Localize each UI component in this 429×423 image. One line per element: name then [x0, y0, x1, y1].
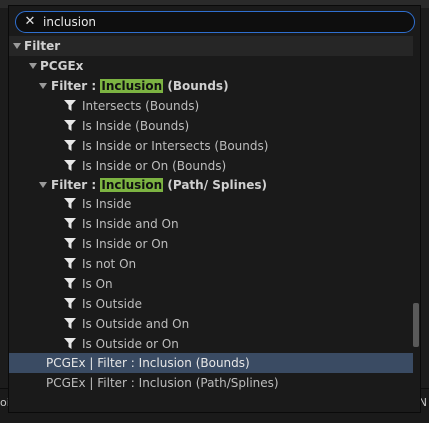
filter-icon: [64, 100, 76, 111]
action-item[interactable]: Is Outside: [9, 294, 413, 314]
scrollbar-thumb[interactable]: [413, 303, 419, 347]
action-label: Is Outside and On: [82, 317, 190, 331]
action-item[interactable]: Is Inside or On (Bounds): [9, 156, 413, 176]
result-label: PCGEx | Filter : Inclusion (Bounds): [46, 356, 250, 370]
chevron-down-icon: [29, 63, 37, 69]
chevron-down-icon: [39, 83, 47, 89]
filter-icon: [64, 160, 76, 171]
filter-icon: [64, 298, 76, 309]
search-match-highlight: Inclusion: [100, 178, 164, 192]
result-label: PCGEx | Filter : Inclusion (Path/Splines…: [46, 376, 279, 390]
section-inclusion-bounds[interactable]: Filter : Inclusion (Bounds): [9, 76, 413, 96]
search-match-highlight: Inclusion: [100, 79, 164, 93]
section-label: Filter : Inclusion (Path/ Splines): [51, 175, 267, 195]
section-label: Filter : Inclusion (Bounds): [51, 76, 229, 96]
chevron-down-icon: [13, 43, 21, 49]
filter-icon: [64, 140, 76, 151]
action-label: Is Inside: [82, 197, 132, 211]
action-item[interactable]: Is Inside or Intersects (Bounds): [9, 136, 413, 156]
scrollbar-track[interactable]: [413, 36, 419, 411]
action-item[interactable]: Is Inside and On: [9, 214, 413, 234]
section-suffix: (Bounds): [163, 79, 229, 93]
action-item[interactable]: Intersects (Bounds): [9, 96, 413, 116]
chevron-down-icon: [39, 182, 47, 188]
action-label: Is Outside or On: [82, 337, 179, 351]
filter-icon: [64, 258, 76, 269]
filter-icon: [64, 238, 76, 249]
category-filter[interactable]: Filter: [9, 36, 413, 56]
action-label: Is not On: [82, 257, 137, 271]
filter-icon: [64, 218, 76, 229]
filter-icon: [64, 120, 76, 131]
node-search-popup: ✕ Filter PCGEx Filter : Inclusion (Bound…: [8, 5, 421, 413]
action-item[interactable]: Is Inside (Bounds): [9, 116, 413, 136]
action-item[interactable]: Is not On: [9, 254, 413, 274]
group-label: PCGEx: [40, 59, 84, 73]
group-pcgex[interactable]: PCGEx: [9, 56, 413, 76]
action-item[interactable]: Is Outside and On: [9, 314, 413, 334]
action-item[interactable]: Is Inside or On: [9, 234, 413, 254]
filter-icon: [64, 338, 76, 349]
category-label: Filter: [24, 39, 61, 53]
action-label: Is Inside or On (Bounds): [82, 159, 227, 173]
action-label: Intersects (Bounds): [82, 99, 200, 113]
result-item-selected[interactable]: PCGEx | Filter : Inclusion (Bounds): [9, 353, 413, 373]
action-label: Is Inside (Bounds): [82, 119, 190, 133]
section-prefix: Filter :: [51, 79, 101, 93]
filter-icon: [64, 198, 76, 209]
action-label: Is Inside or On: [82, 237, 169, 251]
action-label: Is Outside: [82, 297, 142, 311]
action-item[interactable]: Is Inside: [9, 194, 413, 214]
search-input[interactable]: [43, 13, 403, 31]
close-icon[interactable]: ✕: [23, 15, 37, 29]
section-suffix: (Path/ Splines): [163, 178, 268, 192]
section-prefix: Filter :: [51, 178, 101, 192]
section-inclusion-path-splines[interactable]: Filter : Inclusion (Path/ Splines): [9, 175, 413, 195]
action-label: Is Inside and On: [82, 217, 179, 231]
search-box: ✕: [15, 11, 415, 33]
filter-icon: [64, 318, 76, 329]
result-item[interactable]: PCGEx | Filter : Inclusion (Path/Splines…: [9, 373, 413, 393]
action-label: Is Inside or Intersects (Bounds): [82, 139, 269, 153]
action-label: Is On: [82, 277, 113, 291]
action-item[interactable]: Is Outside or On: [9, 334, 413, 354]
filter-icon: [64, 278, 76, 289]
action-item[interactable]: Is On: [9, 274, 413, 294]
